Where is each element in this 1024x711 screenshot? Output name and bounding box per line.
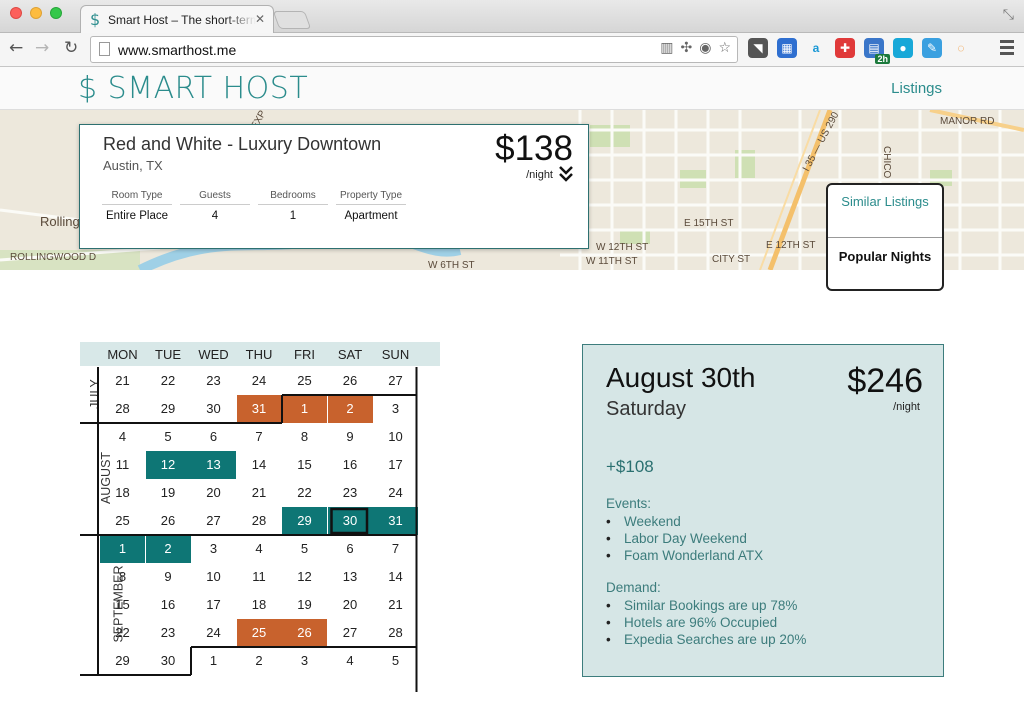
nav-listings-link[interactable]: Listings	[891, 80, 942, 97]
bookmark-star-icon[interactable]: ☆	[718, 40, 731, 56]
extension-glyph: ▤	[868, 41, 880, 55]
attribute-label: Guests	[180, 190, 250, 205]
attribute-label: Room Type	[102, 190, 172, 205]
pocket-icon[interactable]: ◥	[748, 38, 768, 58]
attribute-value: Entire Place	[105, 210, 168, 222]
browser-titlebar: $ Smart Host – The short-term ✕ ⤡	[0, 0, 1024, 34]
double-chevron-down-icon[interactable]	[559, 165, 573, 183]
network-icon[interactable]: ✣	[680, 40, 692, 56]
orange-ring-icon[interactable]: ◌	[951, 38, 971, 58]
demand-item: Expedia Searches are up 20%	[606, 631, 806, 648]
extension-glyph: ●	[899, 41, 907, 55]
medical-cross-icon[interactable]: ✚	[835, 38, 855, 58]
demand-list: Similar Bookings are up 78%Hotels are 96…	[606, 597, 806, 648]
map-label-e15th: E 15TH ST	[684, 218, 733, 229]
fullscreen-icon[interactable]: ⤡	[1003, 6, 1014, 23]
extension-glyph: ◥	[753, 41, 763, 55]
similar-listings-button[interactable]: Similar Listings	[828, 185, 942, 238]
reddit-icon[interactable]: ◉	[699, 40, 711, 56]
detail-price: $246	[847, 362, 923, 400]
browser-toolbar: ← → ↻ www.smarthost.me ▥ ✣ ◉ ☆ ◥ ▦ a ✚ ▤ 2h ● ✎…	[0, 33, 1024, 67]
map-label-rollingwood: ROLLINGWOOD D	[10, 252, 96, 263]
listing-attributes: Room Type Entire Place Guests 4 Bedrooms 1 Pro…	[102, 190, 406, 222]
extension-glyph: ◌	[957, 41, 965, 55]
url-text[interactable]: www.smarthost.me	[118, 42, 236, 58]
listing-price: $138	[495, 129, 573, 168]
selected-day-outline	[330, 507, 369, 535]
listing-per-night: /night	[526, 169, 553, 181]
extension-glyph: ✚	[839, 41, 851, 55]
site-logo[interactable]: $ SMART HOST	[78, 71, 308, 106]
calendar-icon[interactable]: ▤ 2h	[864, 38, 890, 64]
listing-attribute: Guests 4	[180, 190, 250, 222]
reader-icon[interactable]: ▥	[660, 40, 673, 56]
back-arrow-icon[interactable]: ←	[9, 38, 23, 58]
extension-glyph: ▦	[781, 41, 793, 55]
close-tab-icon[interactable]: ✕	[255, 12, 265, 26]
event-item: Labor Day Weekend	[606, 530, 763, 547]
detail-date: August 30th	[606, 362, 756, 393]
site-header: $ SMART HOST Listings	[0, 67, 1024, 110]
map-label-rolling: Rolling	[40, 214, 80, 229]
demand-item: Similar Bookings are up 78%	[606, 597, 806, 614]
listing-attribute: Property Type Apartment	[336, 190, 406, 222]
reload-icon[interactable]: ↻	[64, 38, 78, 58]
map-label-e12th: E 12TH ST	[766, 240, 815, 251]
detail-price-delta: +$108	[606, 457, 654, 476]
address-bar[interactable]: www.smarthost.me ▥ ✣ ◉ ☆	[90, 36, 738, 63]
event-item: Foam Wonderland ATX	[606, 547, 763, 564]
map-label-w11th: W 11TH ST	[586, 256, 637, 267]
event-item: Weekend	[606, 513, 763, 530]
maximize-window-button[interactable]	[50, 7, 62, 19]
tab-title: Smart Host – The short-term	[108, 13, 256, 27]
attribute-label: Property Type	[336, 190, 406, 205]
forward-arrow-icon[interactable]: →	[35, 38, 49, 58]
extension-badge: 2h	[875, 54, 890, 64]
demand-heading: Demand:	[606, 580, 661, 595]
listing-location: Austin, TX	[103, 158, 163, 173]
map-label-city-st: CITY ST	[712, 254, 750, 265]
amazon-assistant-icon[interactable]: a	[806, 38, 826, 58]
listing-card: Red and White - Luxury Downtown Austin, …	[79, 124, 589, 249]
page-icon	[99, 42, 110, 56]
view-toggle: Similar Listings Popular Nights	[826, 183, 944, 291]
detail-weekday: Saturday	[606, 398, 687, 420]
extensions-bar: ◥ ▦ a ✚ ▤ 2h ● ✎ ◌	[748, 38, 971, 64]
attribute-value: 4	[211, 210, 219, 222]
events-list: WeekendLabor Day WeekendFoam Wonderland …	[606, 513, 763, 564]
logo-text: SMART HOST	[107, 71, 309, 106]
feather-icon[interactable]: ✎	[922, 38, 942, 58]
listing-title: Red and White - Luxury Downtown	[103, 134, 382, 154]
attribute-value: Apartment	[344, 210, 398, 222]
map-label-chico: CHICO	[881, 146, 892, 178]
events-heading: Events:	[606, 496, 652, 511]
new-tab-button[interactable]	[272, 11, 312, 29]
extension-glyph: ✎	[926, 41, 938, 55]
attribute-label: Bedrooms	[258, 190, 328, 205]
night-detail-panel: August 30th Saturday $246 /night +$108 E…	[582, 344, 944, 677]
close-window-button[interactable]	[10, 7, 22, 19]
map-label-w12th: W 12TH ST	[596, 242, 648, 253]
calculator-icon[interactable]: ▦	[777, 38, 797, 58]
map-label-manor: MANOR RD	[940, 116, 994, 127]
demand-item: Hotels are 96% Occupied	[606, 614, 806, 631]
browser-tab[interactable]: $ Smart Host – The short-term ✕	[80, 5, 274, 34]
hamburger-menu-icon[interactable]	[1000, 40, 1014, 58]
minimize-window-button[interactable]	[30, 7, 42, 19]
listing-attribute: Room Type Entire Place	[102, 190, 172, 222]
popular-nights-button[interactable]: Popular Nights	[828, 239, 942, 289]
listing-attribute: Bedrooms 1	[258, 190, 328, 222]
blue-circle-icon[interactable]: ●	[893, 38, 913, 58]
calendar-boundaries	[80, 367, 418, 692]
extension-glyph: a	[812, 41, 820, 55]
detail-per-night: /night	[893, 401, 920, 413]
dollar-favicon-icon: $	[90, 10, 101, 29]
map-label-w6th: W 6TH ST	[428, 260, 475, 270]
attribute-value: 1	[289, 210, 297, 222]
dollar-logo-icon: $	[78, 71, 98, 106]
calendar: MON TUE WED THU FRI SAT SUN 21 22 23 24 25 26 27 28 29…	[80, 342, 440, 692]
